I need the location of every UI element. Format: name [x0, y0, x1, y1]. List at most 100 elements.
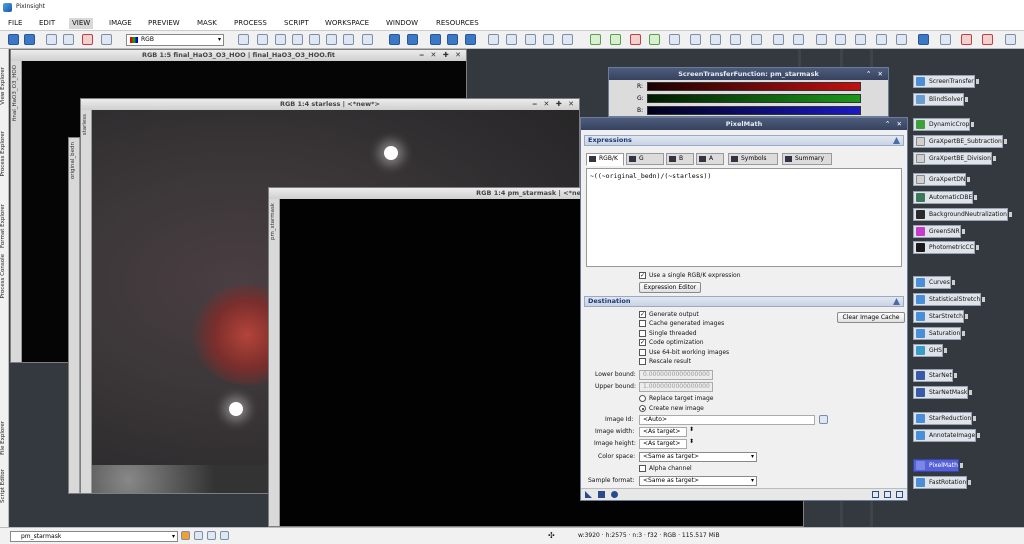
process-icon-graxpert-sub[interactable]: GraXpertBE_Subtraction [913, 135, 1007, 148]
tab-format-explorer[interactable]: Format Explorer [0, 204, 9, 248]
image-height-field[interactable]: <As target> [639, 439, 687, 449]
stf-reset-icon[interactable] [730, 34, 741, 45]
process-icon-ghs[interactable]: GHS [913, 344, 947, 357]
expression-editor-textarea[interactable]: ~((~original_bedn)/(~starless)) [586, 168, 902, 267]
stf-boost-icon[interactable] [773, 34, 784, 45]
menu-preview[interactable]: PREVIEW [145, 18, 183, 29]
process-icon-graxpertdn[interactable]: GraXpertDN [913, 173, 971, 186]
tab-file-explorer[interactable]: File Explorer [0, 421, 9, 455]
workspace-5-icon[interactable] [1005, 34, 1016, 45]
pointer-icon[interactable] [362, 34, 373, 45]
clear-image-cache-button[interactable]: Clear Image Cache [837, 312, 905, 323]
stf-edit-icon[interactable] [793, 34, 804, 45]
reset-icon[interactable] [896, 491, 903, 498]
process-icon-fastrotation[interactable]: FastRotation [913, 476, 972, 489]
menu-resources[interactable]: RESOURCES [433, 18, 482, 29]
collapse-icon[interactable] [893, 137, 900, 144]
destination-section-header[interactable]: Destination [584, 296, 904, 307]
mask-color-icon[interactable] [690, 34, 701, 45]
stf-title[interactable]: ScreenTransferFunction: pm_starmask ⌃ ✕ [609, 68, 888, 80]
mask-enable-icon[interactable] [590, 34, 601, 45]
stf-link-icon[interactable] [751, 34, 762, 45]
view-option-icon[interactable] [194, 531, 203, 540]
color-space-select[interactable]: <Same as target> ▾ [639, 452, 757, 462]
view-selector[interactable]: pm_starmask ▾ [10, 531, 178, 542]
alpha-channel-checkbox[interactable] [639, 465, 646, 472]
tab-rgbk[interactable]: RGB/K [586, 153, 624, 166]
browse-doc-icon[interactable] [872, 491, 879, 498]
replace-target-radio[interactable] [639, 395, 646, 402]
lower-bound-field[interactable]: 0.0000000000000000 [639, 370, 713, 380]
dynamic-icon[interactable] [326, 34, 337, 45]
hist-icon[interactable] [816, 34, 827, 45]
use-64bit-checkbox[interactable] [639, 349, 646, 356]
tab-process-console[interactable]: Process Console [0, 254, 9, 298]
menu-window[interactable]: WINDOW [383, 18, 421, 29]
menu-mask[interactable]: MASK [194, 18, 220, 29]
preview-new-icon[interactable] [488, 34, 499, 45]
redo-icon[interactable] [24, 34, 35, 45]
view-option-icon[interactable] [207, 531, 216, 540]
process-icon-annotateimage[interactable]: AnnotateImage [913, 429, 981, 442]
process-icon-greensnr[interactable]: GreenSNR [913, 225, 965, 238]
copy-image-icon[interactable] [63, 34, 74, 45]
clone-image-icon[interactable] [46, 34, 57, 45]
image-id-field[interactable]: <Auto> [639, 415, 815, 425]
process-icon-screentransfer[interactable]: ScreenTransfer [913, 75, 979, 88]
fullscreen-icon[interactable] [275, 34, 286, 45]
menu-process[interactable]: PROCESS [231, 18, 270, 29]
readout-settings-icon[interactable] [855, 34, 866, 45]
menu-view[interactable]: VIEW [69, 18, 94, 29]
menu-file[interactable]: FILE [5, 18, 25, 29]
process-icon-starstretch[interactable]: StarStretch [913, 310, 968, 323]
tab-view-explorer[interactable]: View Explorer [0, 67, 9, 105]
console-icon[interactable] [876, 34, 887, 45]
window-controls-icon[interactable]: ‒ ✕ ✚ ✕ [532, 99, 576, 110]
code-optimization-checkbox[interactable]: ✓ [639, 339, 646, 346]
image-id-pick-icon[interactable] [819, 415, 828, 424]
mask-invert-icon[interactable] [630, 34, 641, 45]
mask-show-icon[interactable] [610, 34, 621, 45]
apply-global-icon[interactable] [598, 491, 605, 498]
crop-icon[interactable] [309, 34, 320, 45]
mask-remove-icon[interactable] [669, 34, 680, 45]
process-icon-starnetmask[interactable]: StarNetMask [913, 386, 973, 399]
stf-auto-icon[interactable] [710, 34, 721, 45]
stats-icon[interactable] [835, 34, 846, 45]
pan-icon[interactable] [238, 34, 249, 45]
menu-image[interactable]: IMAGE [106, 18, 135, 29]
process-icon-dynamiccrop[interactable]: DynamicCrop [913, 118, 975, 131]
tab-symbols[interactable]: Symbols [728, 153, 778, 165]
expression-editor-button[interactable]: Expression Editor [639, 282, 701, 293]
zoom-2-1-icon[interactable] [447, 34, 458, 45]
zoom-in-icon[interactable] [389, 34, 400, 45]
workspace-1-icon[interactable] [918, 34, 929, 45]
explorer-icon[interactable] [896, 34, 907, 45]
tab-process-explorer[interactable]: Process Explorer [0, 131, 9, 177]
apply-icon[interactable] [611, 491, 618, 498]
new-instance-icon[interactable] [585, 491, 592, 498]
zoom-fit-icon[interactable] [257, 34, 268, 45]
real-time-icon[interactable] [884, 491, 891, 498]
single-threaded-checkbox[interactable] [639, 330, 646, 337]
generate-output-checkbox[interactable]: ✓ [639, 311, 646, 318]
readout-icon[interactable] [343, 34, 354, 45]
process-icon-statisticalstretch[interactable]: StatisticalStretch [913, 293, 986, 306]
sample-format-select[interactable]: <Same as target> ▾ [639, 476, 757, 486]
undo-icon[interactable] [8, 34, 19, 45]
tab-a[interactable]: A [696, 153, 724, 165]
expressions-section-header[interactable]: Expressions [584, 135, 904, 146]
zoom-out-icon[interactable] [407, 34, 418, 45]
create-new-radio[interactable] [639, 405, 646, 412]
cache-images-checkbox[interactable] [639, 320, 646, 327]
rescale-result-checkbox[interactable] [639, 358, 646, 365]
image-width-field[interactable]: <As target> [639, 427, 687, 437]
process-icon-photometriccc[interactable]: PhotometricCC [913, 241, 979, 254]
preview-edit-icon[interactable] [506, 34, 517, 45]
menu-edit[interactable]: EDIT [36, 18, 58, 29]
window-side-tab[interactable]: pm_starmask [269, 199, 280, 526]
process-icon-starnet[interactable]: StarNet [913, 369, 957, 382]
window-side-tab[interactable]: final_HaO3_O3_HOO [11, 61, 22, 362]
spin-icon[interactable]: ⬍ [689, 438, 694, 445]
mask-select-icon[interactable] [649, 34, 660, 45]
